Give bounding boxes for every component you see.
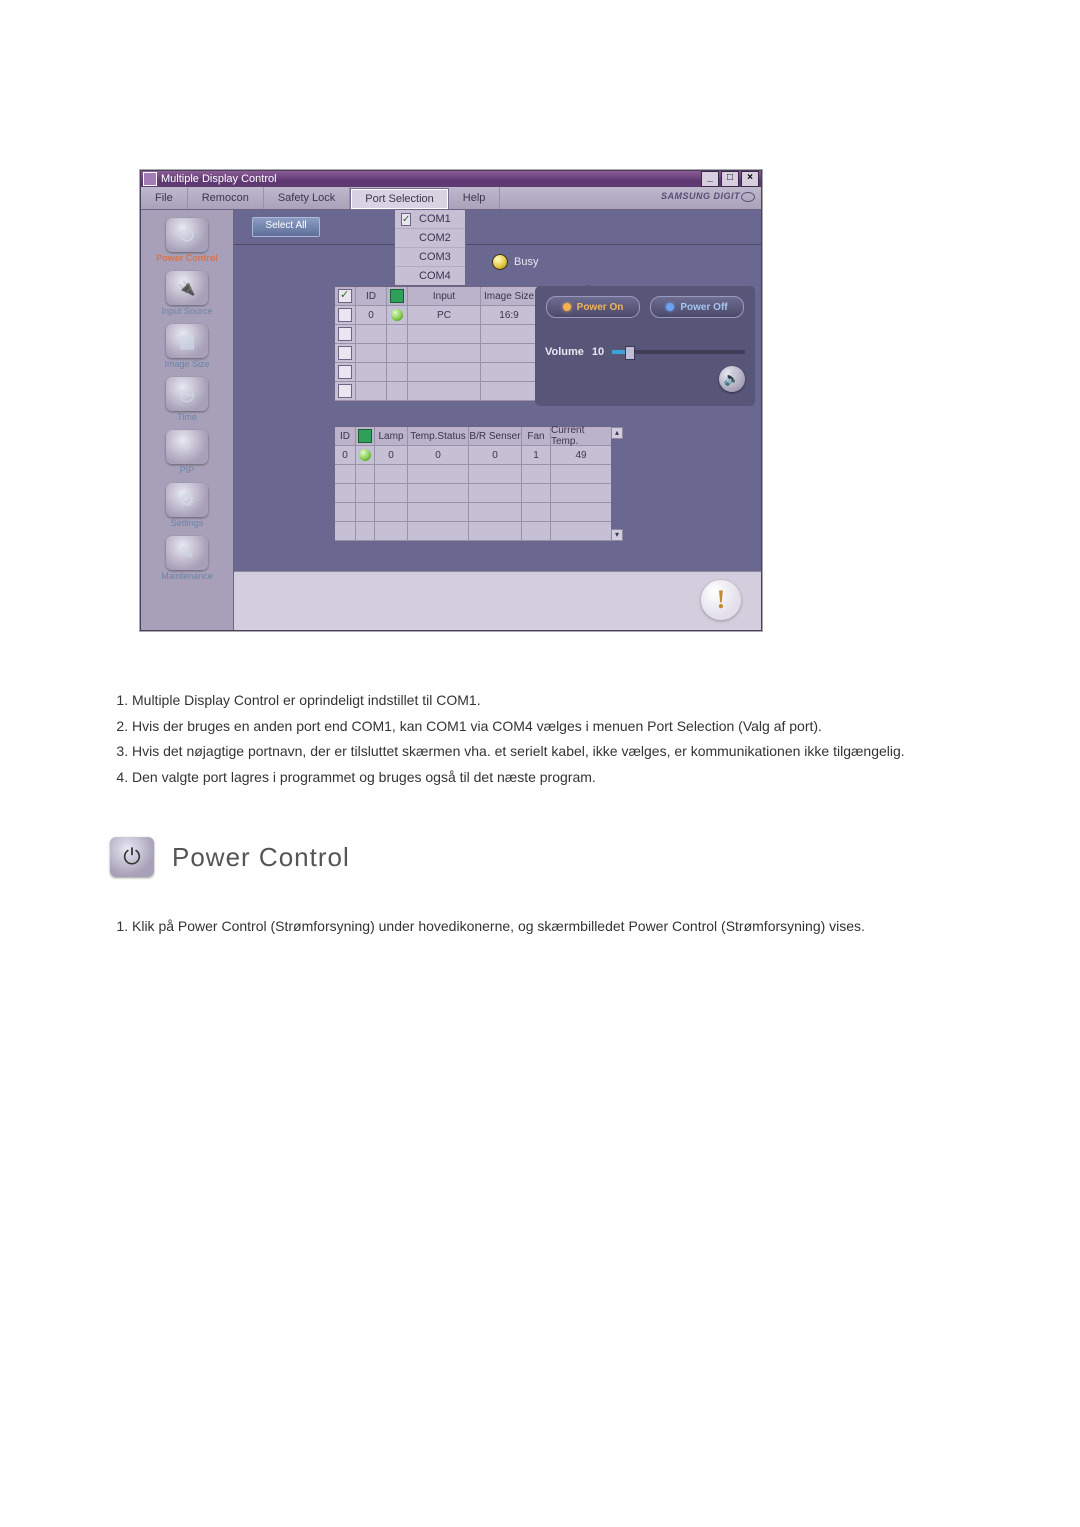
table-row[interactable] <box>335 465 611 484</box>
alert-icon: ! <box>701 580 741 620</box>
busy-dot-icon <box>492 254 508 270</box>
doc-numbered-list: Multiple Display Control er oprindeligt … <box>110 691 990 787</box>
maintenance-icon: ✎ <box>166 536 208 570</box>
power-on-button[interactable]: Power On <box>546 296 640 318</box>
table-row[interactable] <box>335 484 611 503</box>
table-row[interactable]: 0 0 0 0 1 49 <box>335 446 611 465</box>
menu-remocon[interactable]: Remocon <box>188 187 264 209</box>
port-option-com3[interactable]: COM3 <box>395 248 465 267</box>
list-item: Den valgte port lagres i programmet og b… <box>132 768 990 788</box>
doc-numbered-list-2: Klik på Power Control (Strømforsyning) u… <box>110 917 990 937</box>
port-selection-dropdown[interactable]: COM1 COM2 COM3 COM4 <box>394 209 466 286</box>
list-item: Klik på Power Control (Strømforsyning) u… <box>132 917 990 937</box>
sidebar-item-pip[interactable]: ▫ PIP <box>141 428 233 481</box>
list-item: Multiple Display Control er oprindeligt … <box>132 691 990 711</box>
sidebar-item-time[interactable]: ◷ Time <box>141 375 233 428</box>
titlebar: Multiple Display Control _ □ × <box>141 171 761 187</box>
row-checkbox[interactable] <box>338 327 352 341</box>
image-size-icon: ▦ <box>166 324 208 358</box>
volume-slider[interactable] <box>612 350 745 354</box>
power-off-button[interactable]: Power Off <box>650 296 744 318</box>
sidebar: ⏻ Power Control 🔌 Input Source ▦ Image S… <box>141 210 234 630</box>
port-option-com2[interactable]: COM2 <box>395 229 465 248</box>
menu-file[interactable]: File <box>141 187 188 209</box>
maximize-button[interactable]: □ <box>721 171 739 187</box>
row-checkbox[interactable] <box>338 365 352 379</box>
col-image-size: Image Size <box>481 287 538 306</box>
section-title: Power Control <box>172 842 350 873</box>
col-input: Input <box>408 287 481 306</box>
minimize-button[interactable]: _ <box>701 171 719 187</box>
status-grid[interactable]: ID Lamp Temp.Status B/R Senser Fan Curre… <box>334 426 606 542</box>
menu-port-selection[interactable]: Port Selection <box>350 188 448 210</box>
sidebar-item-maintenance[interactable]: ✎ Maintenance <box>141 534 233 587</box>
app-window: Multiple Display Control _ □ × File Remo… <box>140 170 762 631</box>
led-off-icon <box>666 303 674 311</box>
clock-icon: ◷ <box>166 377 208 411</box>
volume-value: 10 <box>592 346 604 358</box>
sidebar-item-image-size[interactable]: ▦ Image Size <box>141 322 233 375</box>
slider-handle[interactable] <box>625 346 635 360</box>
menubar: File Remocon Safety Lock Port Selection … <box>141 187 761 210</box>
window-title: Multiple Display Control <box>161 173 277 185</box>
sidebar-item-input-source[interactable]: 🔌 Input Source <box>141 269 233 322</box>
input-source-icon: 🔌 <box>166 271 208 305</box>
status-dot-icon <box>391 309 403 321</box>
volume-label: Volume <box>545 346 584 358</box>
select-all-checkbox[interactable] <box>338 289 352 303</box>
row-checkbox[interactable] <box>338 384 352 398</box>
row-checkbox[interactable] <box>338 308 352 322</box>
gear-icon: ⚙ <box>166 483 208 517</box>
col-id: ID <box>356 287 387 306</box>
table-row[interactable] <box>335 503 611 522</box>
row-checkbox[interactable] <box>338 346 352 360</box>
app-icon <box>143 172 157 186</box>
check-icon <box>401 213 411 226</box>
status-bar: ! <box>234 571 761 630</box>
scroll-down-icon[interactable]: ▾ <box>611 529 623 541</box>
menu-help[interactable]: Help <box>449 187 501 209</box>
port-option-com1[interactable]: COM1 <box>395 210 465 229</box>
sidebar-item-power-control[interactable]: ⏻ Power Control <box>141 216 233 269</box>
led-on-icon <box>563 303 571 311</box>
sidebar-item-settings[interactable]: ⚙ Settings <box>141 481 233 534</box>
pip-icon: ▫ <box>166 430 208 464</box>
status-header-icon <box>390 289 404 303</box>
close-button[interactable]: × <box>741 171 759 187</box>
col-status <box>387 287 408 306</box>
power-icon: ⏻ <box>166 218 208 252</box>
busy-indicator: Busy <box>492 254 538 270</box>
list-item: Hvis det nøjagtige portnavn, der er tils… <box>132 742 990 762</box>
status-dot-icon <box>359 449 371 461</box>
status-header-icon <box>358 429 372 443</box>
power-control-panel: Power On Power Off Volume 10 🔊 <box>535 286 755 406</box>
power-icon: ⏻ <box>110 837 154 877</box>
main-area: Select All Busy ID Input Image Size <box>234 210 761 630</box>
table-row[interactable] <box>335 522 611 541</box>
speaker-icon[interactable]: 🔊 <box>719 366 745 392</box>
list-item: Hvis der bruges en anden port end COM1, … <box>132 717 990 737</box>
top-strip: Select All <box>234 210 761 245</box>
section-heading: ⏻ Power Control <box>110 837 1080 877</box>
busy-label: Busy <box>514 256 538 268</box>
port-option-com4[interactable]: COM4 <box>395 267 465 285</box>
scroll-up-icon[interactable]: ▴ <box>611 427 623 439</box>
select-all-button[interactable]: Select All <box>252 217 320 237</box>
brand-logo: SAMSUNG DIGIT <box>661 191 755 202</box>
menu-safety-lock[interactable]: Safety Lock <box>264 187 350 209</box>
